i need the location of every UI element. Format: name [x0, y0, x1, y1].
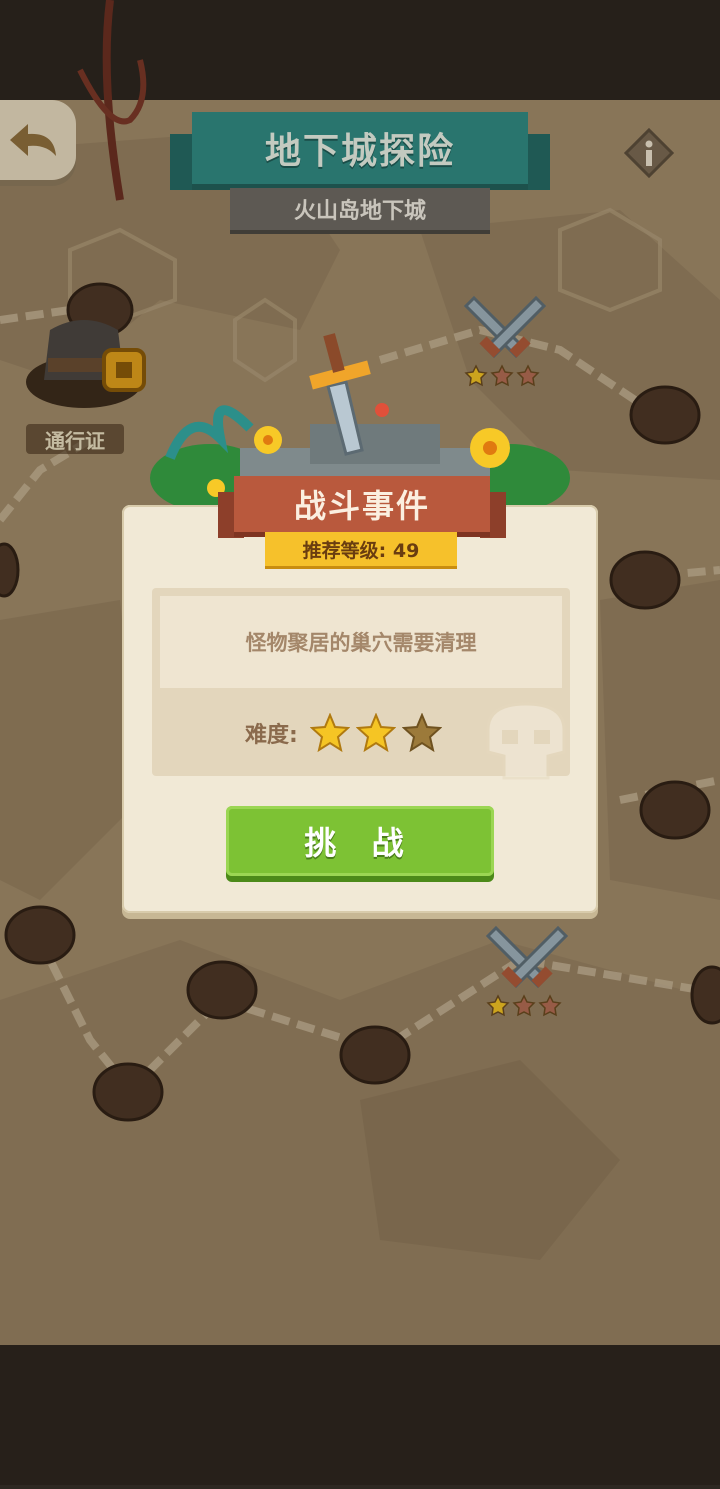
title-plate: 地下城探险 [192, 112, 528, 184]
challenge-button[interactable]: 挑 战 [226, 806, 494, 876]
star-filled-icon [309, 713, 350, 753]
crossed-swords-icon [485, 925, 569, 1017]
node-star-rating [486, 994, 562, 1017]
rope-decoration [77, 0, 147, 201]
pass-label[interactable]: 通行证 [26, 424, 124, 454]
event-description: 怪物聚居的巢穴需要清理 [160, 596, 562, 688]
event-header: 战斗事件 [218, 476, 506, 538]
battle-node[interactable] [484, 922, 570, 1026]
star-filled-icon [355, 713, 396, 753]
difficulty-label: 难度: [245, 723, 298, 748]
bottom-bar [0, 1345, 720, 1485]
event-title: 战斗事件 [234, 476, 490, 532]
recommended-level: 推荐等级: 49 [265, 532, 457, 566]
difficulty-row: 难度: [245, 708, 442, 758]
info-button[interactable] [623, 127, 675, 179]
skull-watermark-icon [486, 702, 566, 780]
star-empty-icon [401, 713, 442, 753]
back-button[interactable] [0, 100, 76, 180]
page-subtitle: 火山岛地下城 [230, 188, 490, 230]
page-title: 地下城探险 [264, 131, 455, 172]
info-icon [623, 127, 675, 179]
back-arrow-icon [10, 124, 56, 156]
pass-hat-icon[interactable] [14, 300, 164, 430]
title-banner: 地下城探险 火山岛地下城 [170, 112, 550, 232]
